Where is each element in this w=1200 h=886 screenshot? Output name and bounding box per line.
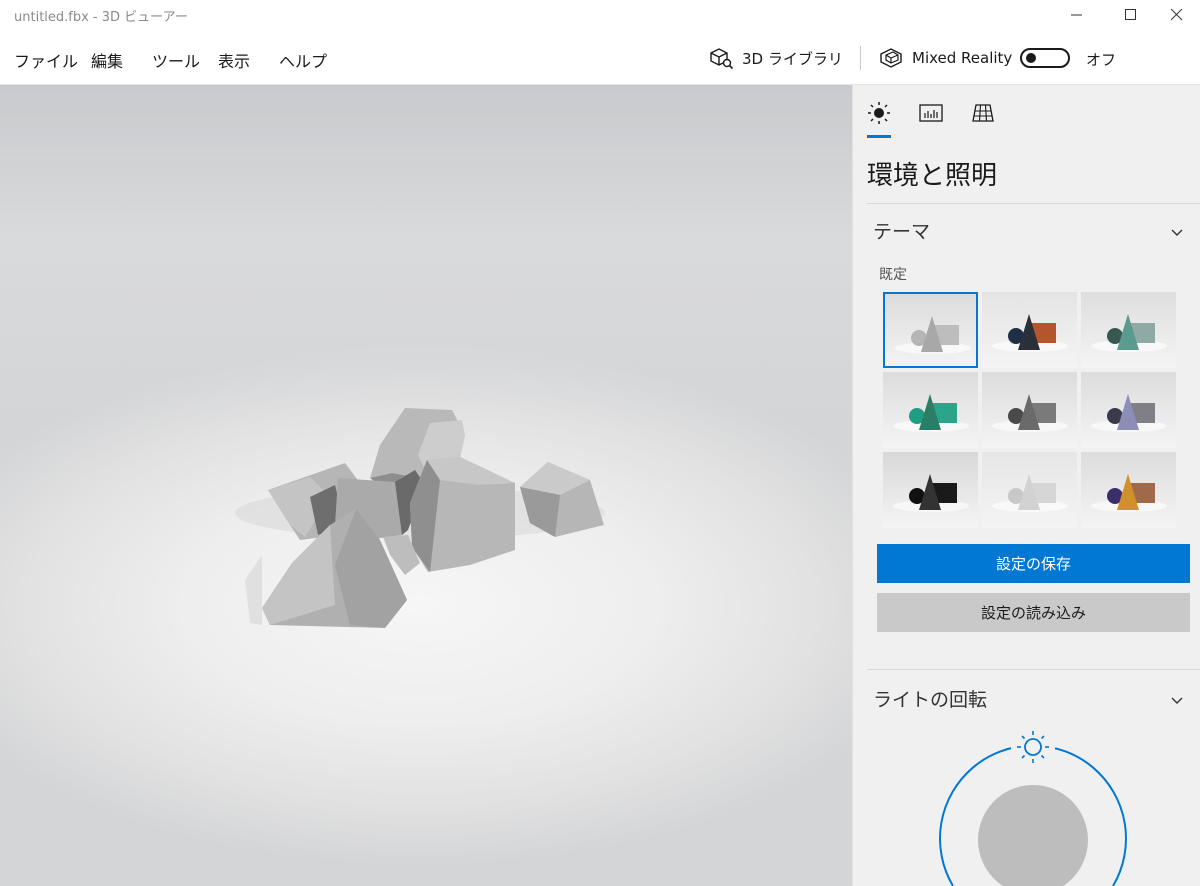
- theme-preview: [1081, 292, 1176, 368]
- menu-tools[interactable]: ツール: [152, 48, 200, 72]
- menu-help[interactable]: ヘルプ: [279, 48, 327, 72]
- theme-preview: [885, 294, 976, 366]
- rock-model: [235, 408, 605, 628]
- save-settings-button[interactable]: 設定の保存: [877, 544, 1190, 583]
- title-bar: untitled.fbx - 3D ビューアー: [0, 0, 1200, 30]
- divider: [867, 203, 1200, 204]
- grid-icon: [972, 104, 994, 122]
- mixed-reality-label: Mixed Reality: [912, 49, 1013, 67]
- close-button[interactable]: [1154, 0, 1200, 30]
- menu-bar: ファイル 編集 ツール 表示 ヘルプ 3D ライブラリ Mixed Realit…: [0, 30, 1200, 85]
- minimize-button[interactable]: [1054, 0, 1100, 30]
- load-settings-button[interactable]: 設定の読み込み: [877, 593, 1190, 632]
- mixed-reality-icon: [880, 48, 902, 68]
- theme-option[interactable]: [1081, 292, 1176, 368]
- close-icon: [1171, 9, 1183, 21]
- theme-section-heading[interactable]: テーマ: [873, 217, 930, 244]
- mixed-reality-toggle[interactable]: [1020, 48, 1070, 68]
- toggle-knob: [1026, 53, 1036, 63]
- chevron-down-icon[interactable]: [1169, 225, 1185, 241]
- theme-option[interactable]: [883, 452, 978, 528]
- theme-option[interactable]: [1081, 452, 1176, 528]
- theme-group-label: 既定: [879, 267, 907, 283]
- theme-preview: [982, 292, 1077, 368]
- active-tab-indicator: [867, 135, 891, 138]
- 3d-library-label: 3D ライブラリ: [742, 49, 843, 68]
- environment-panel: 環境と照明 テーマ 既定 設定の保存 設定の読み込み ライトの回転: [852, 85, 1200, 886]
- 3d-viewport[interactable]: [0, 85, 852, 886]
- theme-preview: [883, 452, 978, 528]
- window-title: untitled.fbx - 3D ビューアー: [14, 10, 188, 25]
- chevron-down-icon[interactable]: [1169, 693, 1185, 709]
- theme-option[interactable]: [883, 372, 978, 448]
- mixed-reality-state: オフ: [1086, 51, 1117, 69]
- maximize-button[interactable]: [1108, 0, 1154, 30]
- menu-file[interactable]: ファイル: [14, 48, 78, 72]
- theme-preview: [982, 452, 1077, 528]
- theme-option[interactable]: [982, 292, 1077, 368]
- theme-option[interactable]: [883, 292, 978, 368]
- 3d-library-button[interactable]: 3D ライブラリ: [708, 44, 843, 72]
- menu-edit[interactable]: 編集: [91, 48, 123, 72]
- theme-preview: [883, 372, 978, 448]
- mixed-reality-button[interactable]: Mixed Reality: [878, 44, 1012, 72]
- toolbar-separator: [860, 46, 861, 70]
- tab-environment[interactable]: [865, 99, 893, 127]
- panel-title: 環境と照明: [867, 161, 998, 191]
- theme-option[interactable]: [982, 372, 1077, 448]
- theme-option[interactable]: [982, 452, 1077, 528]
- theme-preview: [982, 372, 1077, 448]
- theme-preview: [1081, 452, 1176, 528]
- maximize-icon: [1125, 9, 1136, 20]
- light-rotation-dial[interactable]: [933, 715, 1133, 886]
- minimize-icon: [1071, 14, 1082, 16]
- theme-preview: [1081, 372, 1176, 448]
- stats-icon: [919, 104, 943, 122]
- tab-grid[interactable]: [969, 99, 997, 127]
- ground-shadow: [245, 555, 262, 625]
- tab-stats[interactable]: [917, 99, 945, 127]
- divider: [867, 669, 1200, 670]
- light-rotation-heading[interactable]: ライトの回転: [873, 685, 987, 712]
- menu-view[interactable]: 表示: [218, 48, 250, 72]
- theme-grid: [883, 292, 1179, 530]
- sun-icon: [868, 102, 890, 124]
- theme-option[interactable]: [1081, 372, 1176, 448]
- cube-search-icon: [710, 48, 734, 70]
- light-preview-sphere: [978, 785, 1088, 886]
